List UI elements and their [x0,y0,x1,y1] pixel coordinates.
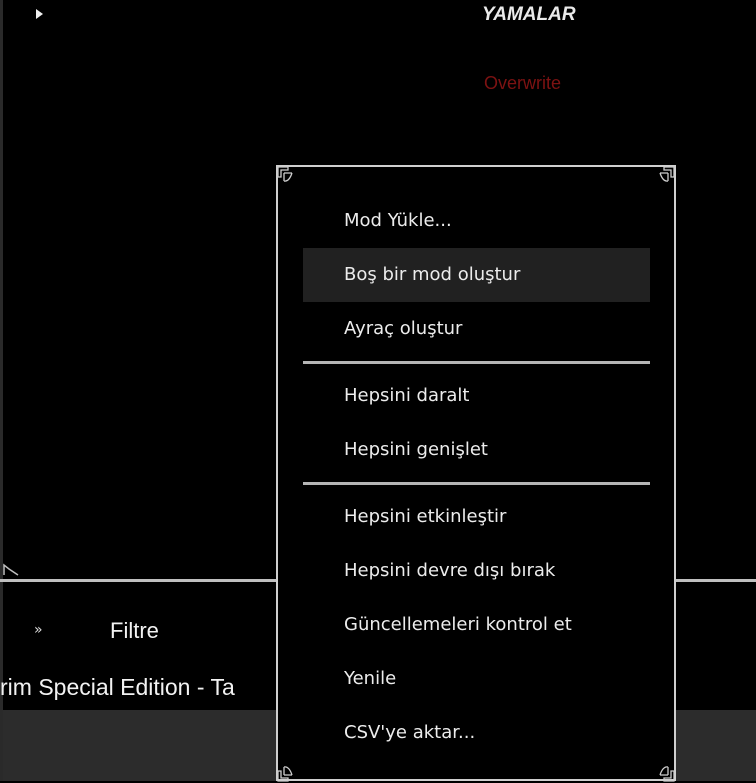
menu-item-export-csv[interactable]: CSV'ye aktar... [303,706,650,760]
context-menu: Mod Yükle... Boş bir mod oluştur Ayraç o… [276,165,676,782]
menu-corner-ornament-icon [277,166,293,182]
filter-label[interactable]: Filtre [110,618,159,644]
menu-corner-ornament-icon [659,766,675,782]
menu-item-expand-all[interactable]: Hepsini genişlet [303,423,650,477]
menu-item-refresh[interactable]: Yenile [303,652,650,706]
menu-item-install-mod[interactable]: Mod Yükle... [303,194,650,248]
menu-item-create-empty-mod[interactable]: Boş bir mod oluştur [303,248,650,302]
play-icon[interactable] [36,9,43,19]
corner-ornament-icon [3,563,19,576]
menu-separator [303,482,650,485]
menu-corner-ornament-icon [277,766,293,782]
menu-item-collapse-all[interactable]: Hepsini daralt [303,369,650,423]
menu-separator [303,361,650,364]
menu-item-disable-all[interactable]: Hepsini devre dışı bırak [303,544,650,598]
expand-chevron-icon[interactable]: » [34,622,43,638]
overwrite-label: Overwrite [484,73,562,93]
column-header-patches[interactable]: YAMALAR [482,4,576,26]
menu-item-create-separator[interactable]: Ayraç oluştur [303,302,650,356]
game-title-text: rim Special Edition - Ta [0,674,235,700]
menu-corner-ornament-icon [659,166,675,182]
menu-item-enable-all[interactable]: Hepsini etkinleştir [303,490,650,544]
left-edge [0,0,3,781]
context-menu-list: Mod Yükle... Boş bir mod oluştur Ayraç o… [303,194,650,760]
menu-item-check-updates[interactable]: Güncellemeleri kontrol et [303,598,650,652]
